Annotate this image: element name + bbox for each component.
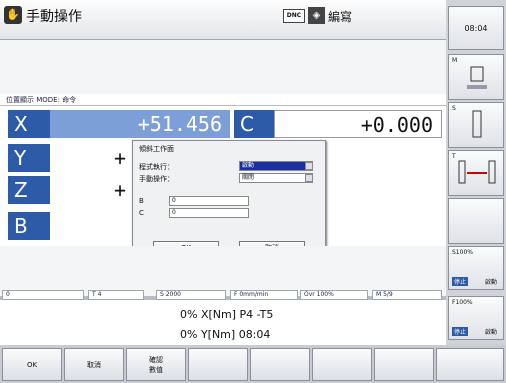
y-load-line: 0% Y[Nm] 08:04 [180,328,271,341]
axis-x-label: X [8,110,50,138]
axis-c-value: +0.000 [274,110,442,138]
hand-icon: ✋ [4,6,22,24]
dialog-title: 傾斜工作面 [139,145,174,153]
manual-op-label: 手動操作： [139,175,174,183]
edit-mode-label[interactable]: 編寫 [328,8,352,25]
stop-button[interactable]: 停止 [452,277,469,286]
edit-mode-icon[interactable]: ◈ [308,7,325,24]
machine-icon [467,66,487,89]
status-m-function: M 5/9 [372,290,442,300]
axis-load-display: 0% X[Nm] P4 -T5 0% Y[Nm] 08:04 [0,300,446,345]
c-angle-input[interactable]: 0 [169,208,249,218]
axis-y-value: + [50,144,134,172]
softkey-confirm-value[interactable]: 確認 數值 [126,348,186,381]
dnc-button[interactable]: DNC [283,9,305,23]
f-override-label: F100% [452,299,473,306]
softkey-8[interactable] [436,348,504,381]
b-angle-label: B [139,197,144,205]
axis-z-label: Z [8,176,50,204]
program-run-dropdown-icon[interactable] [305,162,313,170]
horizontal-softkey-bar: OK 取消 確認 數值 [0,345,506,383]
program-run-label: 程式執行： [139,163,174,171]
status-tool: T 4 [88,290,144,300]
axis-z-value: + [50,176,134,204]
t-tool-softkey[interactable]: T [448,150,504,196]
title-bar: ✋ 手動操作 DNC ◈ 編寫 [0,0,446,40]
start-label: 啟動 [485,279,498,286]
axis-b-label: B [8,212,50,240]
spindle-icon [472,110,482,138]
axis-b-value [50,212,134,240]
x-load-line: 0% X[Nm] P4 -T5 [180,308,274,321]
status-override: Ovr 100% [300,290,368,300]
softkey-5[interactable] [250,348,310,381]
s-label: S [452,105,456,112]
feed-override[interactable]: F100% 停止 啟動 [448,296,504,340]
t-label: T [452,153,456,160]
position-header: 位置顯示 MODE: 命令 [0,94,446,106]
softkey-6[interactable] [312,348,372,381]
b-angle-input[interactable]: 0 [169,196,249,206]
vertical-softkey-bar: 08:04 M S T S100% 停止 啟動 F100% 停止 啟動 [446,0,506,345]
axis-y-label: Y [8,144,50,172]
upper-panel [0,40,446,94]
status-feed: F 0mm/min [230,290,298,300]
s-spindle-softkey[interactable]: S [448,102,504,148]
c-angle-label: C [139,209,144,217]
axis-c-label: C [234,110,274,138]
axis-x-value: +51.456 [50,110,230,138]
m-label: M [452,57,458,64]
status-zero: 0 [2,290,84,300]
manual-op-dropdown-icon[interactable] [305,174,313,182]
status-speed: S 2000 [156,290,226,300]
spindle-override[interactable]: S100% 停止 啟動 [448,246,504,290]
status-area: 0 T 4 S 2000 F 0mm/min Ovr 100% M 5/9 [0,246,446,300]
m-function-softkey[interactable]: M [448,54,504,100]
blank-softkey[interactable] [448,198,504,244]
mode-title: 手動操作 [26,9,82,25]
stop-button-2[interactable]: 停止 [452,327,469,336]
tilt-working-plane-dialog: 傾斜工作面 程式執行： 啟動 手動操作： 關閉 B 0 C 0 OK 取消 [132,140,326,262]
start-label-2: 啟動 [485,329,498,336]
clock: 08:04 [448,6,504,50]
manual-op-select[interactable]: 關閉 [239,173,313,183]
tool-change-icon [458,160,496,184]
program-run-select[interactable]: 啟動 [239,161,313,171]
s-override-label: S100% [452,249,473,256]
softkey-ok[interactable]: OK [2,348,62,381]
softkey-4[interactable] [188,348,248,381]
softkey-7[interactable] [374,348,434,381]
softkey-cancel[interactable]: 取消 [64,348,124,381]
